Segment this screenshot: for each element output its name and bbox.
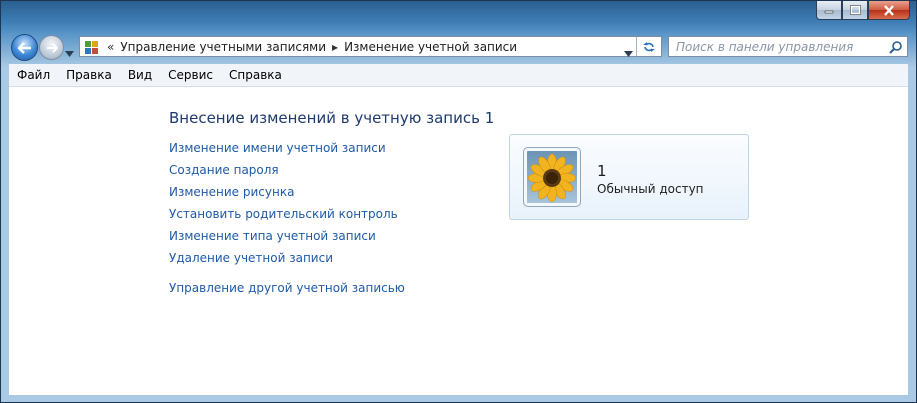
close-button[interactable] — [868, 1, 910, 20]
search-placeholder[interactable]: Поиск в панели управления — [676, 40, 853, 54]
menu-tools[interactable]: Сервис — [160, 68, 221, 82]
task-links: Изменение имени учетной записи Создание … — [169, 141, 405, 303]
address-dropdown-icon[interactable] — [624, 42, 633, 61]
menu-edit[interactable]: Правка — [58, 68, 120, 82]
account-type: Обычный доступ — [597, 182, 704, 196]
create-password-link[interactable]: Создание пароля — [169, 163, 405, 185]
minimize-icon — [824, 10, 834, 14]
menu-bar: Файл Правка Вид Сервис Справка — [9, 64, 908, 87]
search-icon[interactable] — [889, 39, 903, 58]
menu-help[interactable]: Справка — [221, 68, 290, 82]
change-picture-link[interactable]: Изменение рисунка — [169, 185, 405, 207]
manage-another-account-link[interactable]: Управление другой учетной записью — [169, 281, 405, 303]
breadcrumb-change-account[interactable]: Изменение учетной записи — [344, 40, 517, 54]
window: « Управление учетными записями ▸ Изменен… — [0, 0, 917, 403]
delete-account-link[interactable]: Удаление учетной записи — [169, 251, 405, 273]
arrow-left-icon — [17, 41, 31, 54]
breadcrumb-separator-icon[interactable]: ▸ — [332, 40, 338, 54]
minimize-button[interactable] — [816, 1, 842, 20]
caption-buttons — [816, 1, 910, 20]
sunflower-picture — [527, 153, 577, 203]
parental-controls-link[interactable]: Установить родительский контроль — [169, 207, 405, 229]
breadcrumb-user-accounts[interactable]: Управление учетными записями — [120, 40, 326, 54]
address-overflow[interactable]: « — [107, 40, 114, 54]
account-name: 1 — [597, 162, 607, 180]
arrow-right-icon — [46, 42, 58, 53]
back-button[interactable] — [11, 34, 38, 61]
recent-pages-button[interactable] — [65, 42, 74, 61]
address-bar[interactable]: « Управление учетными записями ▸ Изменен… — [79, 36, 662, 57]
change-account-type-link[interactable]: Изменение типа учетной записи — [169, 229, 405, 251]
maximize-button[interactable] — [842, 1, 868, 20]
search-box[interactable]: Поиск в панели управления — [668, 36, 908, 57]
account-picture — [523, 147, 581, 207]
content-pane: Внесение изменений в учетную запись 1 Из… — [9, 87, 908, 395]
menu-view[interactable]: Вид — [120, 68, 160, 82]
account-card: 1 Обычный доступ — [509, 134, 749, 220]
refresh-icon — [643, 41, 655, 52]
page-title: Внесение изменений в учетную запись 1 — [169, 109, 495, 127]
navigation-bar: « Управление учетными записями ▸ Изменен… — [1, 31, 916, 63]
title-bar[interactable] — [1, 1, 916, 31]
control-panel-icon — [83, 38, 101, 56]
change-account-name-link[interactable]: Изменение имени учетной записи — [169, 141, 405, 163]
chevron-down-icon — [65, 51, 74, 57]
forward-button[interactable] — [39, 35, 64, 60]
refresh-button[interactable] — [636, 37, 661, 56]
close-icon — [884, 4, 894, 16]
maximize-icon — [849, 5, 861, 15]
menu-file[interactable]: Файл — [9, 68, 58, 82]
